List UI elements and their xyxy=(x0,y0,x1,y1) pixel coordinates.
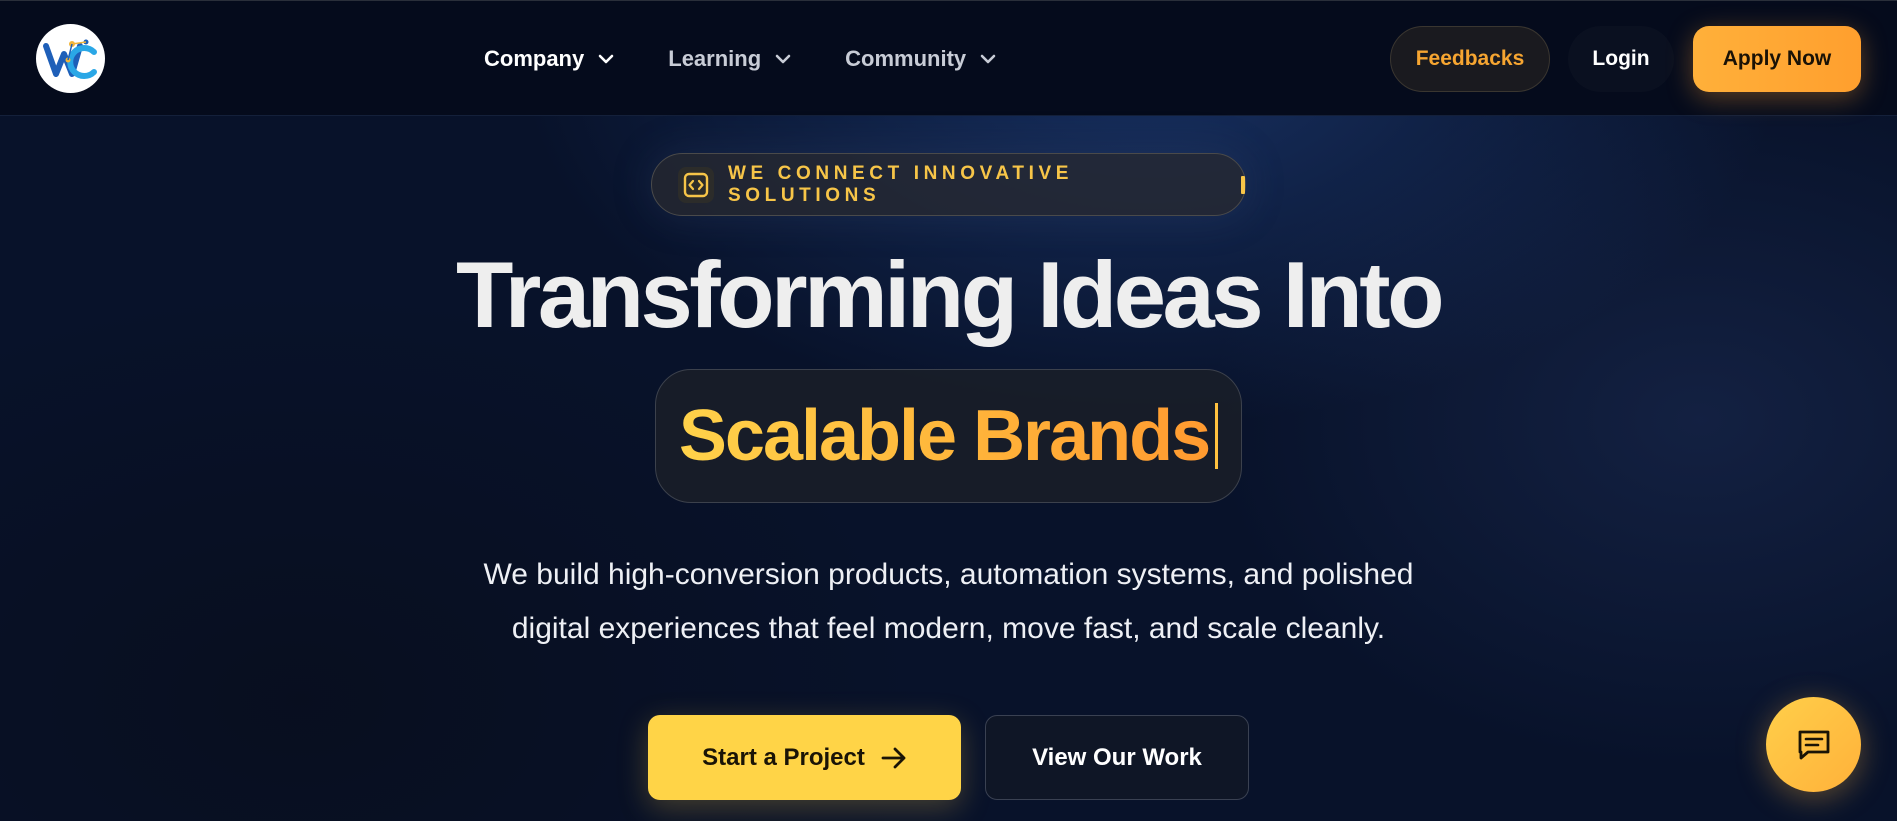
chat-button[interactable] xyxy=(1766,697,1861,792)
view-work-button[interactable]: View Our Work xyxy=(985,715,1249,800)
start-project-label: Start a Project xyxy=(702,743,865,771)
highlight-text: Scalable Brands xyxy=(678,396,1211,476)
typing-caret xyxy=(1215,403,1219,469)
badge-text: WE CONNECT INNOVATIVE SOLUTIONS xyxy=(727,162,1073,206)
menu-item-learning[interactable]: Learning xyxy=(668,46,791,72)
subtitle-line: We build high-conversion products, autom… xyxy=(483,558,1414,591)
chevron-down-icon xyxy=(598,54,614,64)
typing-caret xyxy=(1241,175,1245,194)
subtitle-line: digital experiences that feel modern, mo… xyxy=(511,612,1386,645)
main-menu: Company Learning Community xyxy=(484,39,1050,79)
apply-now-button[interactable]: Apply Now xyxy=(1693,26,1861,92)
chevron-down-icon xyxy=(775,54,791,64)
menu-item-label: Company xyxy=(484,46,585,71)
logo[interactable] xyxy=(36,24,105,93)
feedbacks-button[interactable]: Feedbacks xyxy=(1390,26,1550,92)
menu-item-company[interactable]: Company xyxy=(484,46,614,72)
top-nav: Company Learning Community Feedbacks Log… xyxy=(0,0,1897,116)
chat-icon xyxy=(1798,730,1829,759)
hero-headline: Transforming Ideas Into xyxy=(456,242,1445,347)
menu-item-label: Learning xyxy=(668,46,762,71)
hero-badge: WE CONNECT INNOVATIVE SOLUTIONS xyxy=(651,153,1246,216)
code-icon xyxy=(678,166,714,203)
arrow-right-icon xyxy=(881,747,906,768)
headline-highlight: Scalable Brands xyxy=(655,369,1242,503)
hero-subtitle: We build high-conversion products, autom… xyxy=(0,548,1897,656)
menu-item-label: Community xyxy=(845,46,967,71)
start-project-button[interactable]: Start a Project xyxy=(648,715,961,800)
chevron-down-icon xyxy=(980,54,996,64)
wc-logo-icon xyxy=(42,39,97,79)
menu-item-community[interactable]: Community xyxy=(845,46,996,72)
login-button[interactable]: Login xyxy=(1568,26,1674,92)
